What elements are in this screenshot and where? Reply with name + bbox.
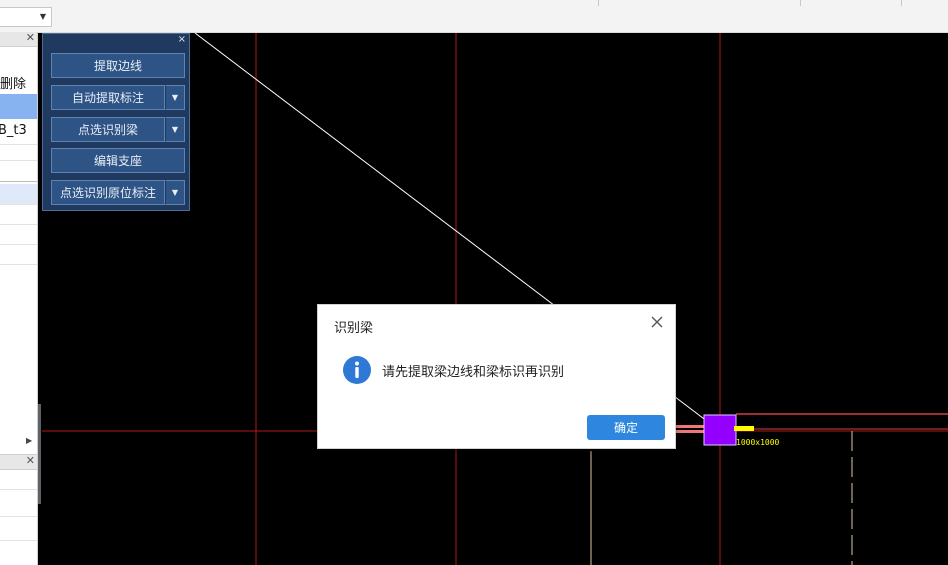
- row-divider: [0, 244, 37, 245]
- panel-splitter[interactable]: [38, 404, 41, 504]
- toolbar-divider: [901, 0, 902, 6]
- row-divider: [0, 204, 37, 205]
- close-icon[interactable]: ×: [178, 34, 186, 46]
- row-divider: [0, 264, 37, 265]
- close-icon[interactable]: ✕: [26, 32, 35, 45]
- extract-edge-button[interactable]: 提取边线: [51, 53, 185, 78]
- identify-beam-dialog: 识别梁 请先提取梁边线和梁标识再识别 确定: [317, 304, 676, 449]
- chevron-down-icon[interactable]: ▼: [165, 180, 185, 205]
- top-toolbar: ▼: [0, 0, 948, 33]
- left-side-panel: ✕ 删除 B_t3 ▶ ✕: [0, 32, 38, 565]
- close-icon[interactable]: ✕: [26, 454, 35, 468]
- toolbar-divider: [800, 0, 801, 6]
- column-label-tag: [734, 426, 754, 431]
- toolbar-combo[interactable]: ▼: [0, 7, 52, 27]
- dialog-title: 识别梁: [334, 321, 374, 336]
- panel-item-label[interactable]: B_t3: [0, 123, 27, 138]
- panel-header: ✕: [0, 32, 37, 47]
- column-size-label: 1000x1000: [736, 438, 780, 447]
- edit-support-button[interactable]: 编辑支座: [51, 148, 185, 173]
- scroll-right-icon[interactable]: ▶: [26, 436, 32, 445]
- ok-button[interactable]: 确定: [587, 415, 665, 440]
- row-divider: [0, 224, 37, 225]
- chevron-down-icon[interactable]: ▼: [40, 12, 46, 21]
- panel-row-highlight[interactable]: [0, 184, 37, 205]
- beam-stub: [675, 425, 705, 428]
- chevron-down-icon[interactable]: ▼: [165, 85, 185, 110]
- row-divider: [0, 160, 37, 161]
- panel-selected-row[interactable]: [0, 94, 37, 119]
- dialog-message: 请先提取梁边线和梁标识再识别: [382, 365, 565, 380]
- panel-item-delete[interactable]: 删除: [0, 73, 26, 92]
- auto-extract-label-button[interactable]: 自动提取标注: [51, 85, 165, 110]
- column-block: [703, 414, 737, 446]
- row-divider: [0, 144, 37, 145]
- row-divider: [0, 181, 37, 182]
- beam-stub: [675, 430, 705, 433]
- chevron-down-icon[interactable]: ▼: [165, 117, 185, 142]
- row-divider: [0, 489, 37, 490]
- pick-identify-in-place-label-button[interactable]: 点选识别原位标注: [51, 180, 165, 205]
- info-icon: [343, 356, 371, 384]
- row-divider: [0, 516, 37, 517]
- tool-palette: × 提取边线 自动提取标注 ▼ 点选识别梁 ▼ 编辑支座 点选识别原位标注 ▼: [42, 33, 190, 211]
- toolbar-divider: [598, 0, 599, 6]
- panel-header: ✕: [0, 454, 37, 470]
- close-icon[interactable]: [650, 315, 664, 329]
- pick-identify-beam-button[interactable]: 点选识别梁: [51, 117, 165, 142]
- row-divider: [0, 540, 37, 541]
